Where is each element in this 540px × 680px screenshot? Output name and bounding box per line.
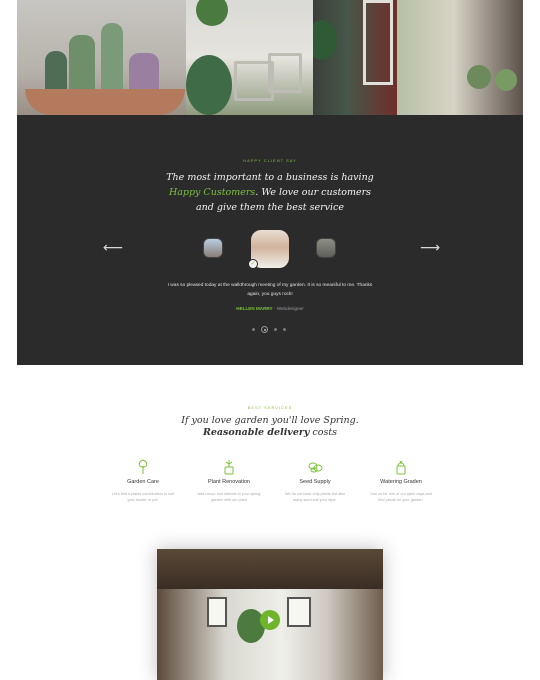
avatar-next[interactable] [316,238,336,258]
services-section: BEST SERVICES If you love garden you'll … [0,395,540,502]
service-desc-line: many seed suit your style. [293,498,337,502]
services-title-bold: Reasonable delivery [202,427,310,438]
seed-icon [308,462,323,473]
testimonial-body-line-1: I was so pleased today at the walkthroug… [167,283,373,288]
quote-line-1: The most important to a business is havi… [166,172,374,183]
video-room-image [157,589,383,680]
video-preview[interactable] [157,549,383,680]
service-desc-line: garden with our plant [211,498,247,502]
arrow-left-icon[interactable]: ⟵ [103,241,123,255]
services-grid: Garden Care Let's find a plants combinat… [104,459,440,503]
sprout-icon [138,459,148,474]
services-title-line-1: If you love garden you'll love Spring. [181,415,359,426]
service-item-seed-supply[interactable]: Seed Supply We do not have only plants b… [276,459,354,503]
interior-plants-image [313,0,397,115]
service-desc: We do not have only plants but also many… [276,491,354,503]
service-desc-line: your border or pot. [127,498,159,502]
testimonial-quote: The most important to a business is havi… [17,170,523,215]
quote-line-2: Happy Customers. We love our customers [17,185,523,200]
carousel-dot-active[interactable] [261,326,268,333]
service-name: Watering Graden [380,479,422,485]
testimonial-section: HAPPY CLIENT SAY The most important to a… [17,115,523,365]
planter-icon [224,460,234,475]
landing-page: HAPPY CLIENT SAY The most important to a… [0,0,540,680]
video-window [287,597,311,627]
testimonial-body-line-2: again, you guys rock! [247,292,293,297]
watering-can-icon [396,460,406,475]
window-plants-image [397,0,523,115]
video-ceiling [157,549,383,589]
service-name: Plant Renovation [208,479,250,485]
carousel-dots [252,326,286,333]
gallery-strip [17,0,523,115]
services-kicker: BEST SERVICES [247,405,293,410]
quote-line-2-rest: . We love our customers [255,187,372,198]
service-name: Garden Care [127,479,159,485]
service-item-plant-renovation[interactable]: Plant Renovation Add colour and interest… [190,459,268,503]
services-title-line-2: Reasonable delivery costs [0,427,540,439]
service-desc: Join us for one of our open days and fin… [362,491,440,503]
author-name: HELLEN MARRY [236,306,273,311]
quote-line-3: and give them the best service [196,202,344,213]
service-name: Seed Supply [299,479,331,485]
quote-highlight: Happy Customers [168,187,256,198]
verified-badge-icon: ✓ [248,259,258,269]
testimonial-kicker: HAPPY CLIENT SAY [243,158,297,163]
avatar-previous[interactable] [203,238,223,258]
arrow-right-icon[interactable]: ⟶ [420,241,440,255]
service-desc: Let's find a plants combination to suit … [104,491,182,503]
author-role: - Webdesigner [272,306,304,311]
patio-chairs-image [186,0,313,115]
service-item-garden-care[interactable]: Garden Care Let's find a plants combinat… [104,459,182,503]
carousel-dot[interactable] [274,328,277,331]
service-desc-line: find plants for your garden. [378,498,424,502]
video-window [207,597,227,627]
cactus-planter-image [17,0,186,115]
services-title-rest: costs [309,427,338,438]
service-desc: Add colour and interest to your spring g… [190,491,268,503]
carousel-dot[interactable] [283,328,286,331]
play-icon[interactable] [260,610,280,630]
service-item-watering-garden[interactable]: Watering Graden Join us for one of our o… [362,459,440,503]
carousel-dot[interactable] [252,328,255,331]
testimonial-body: I was so pleased today at the walkthroug… [157,281,383,299]
testimonial-author: HELLEN MARRY - Webdesigner [17,306,523,311]
